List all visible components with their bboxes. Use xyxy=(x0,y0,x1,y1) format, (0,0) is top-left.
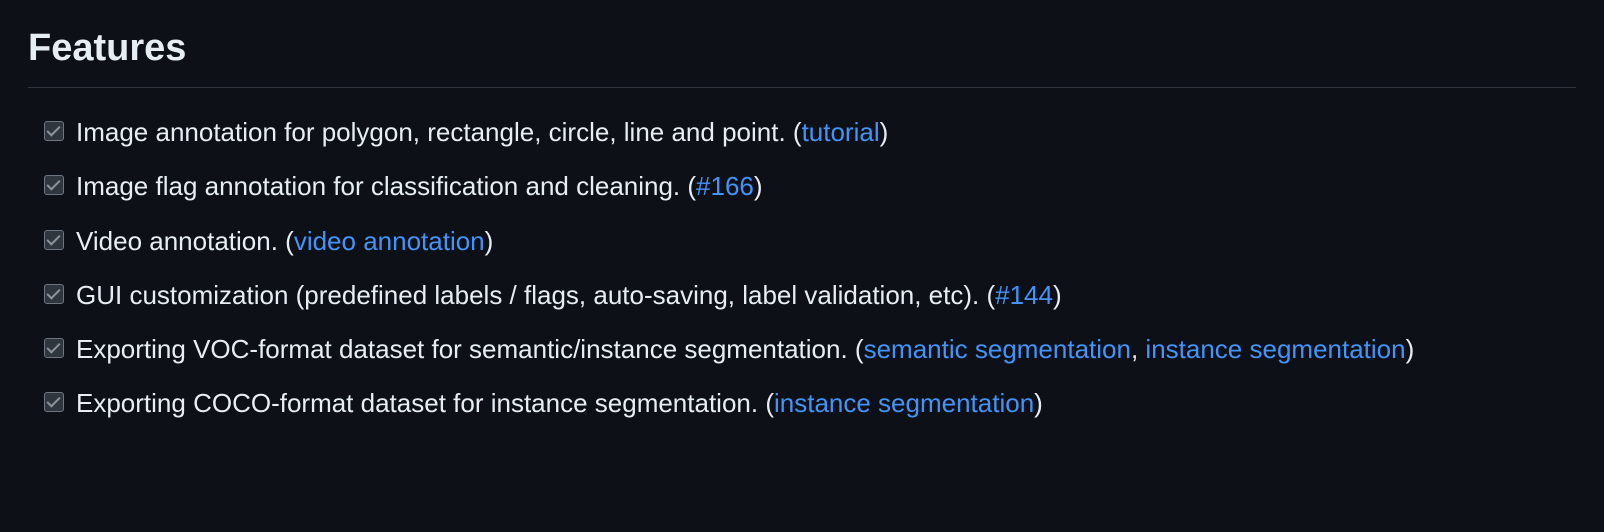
feature-text-after: ) xyxy=(754,171,763,201)
feature-text-before: Exporting VOC-format dataset for semanti… xyxy=(76,334,864,364)
feature-link[interactable]: instance segmentation xyxy=(774,388,1034,418)
feature-item: Exporting VOC-format dataset for semanti… xyxy=(32,329,1576,369)
feature-text: Image flag annotation for classification… xyxy=(76,171,763,201)
feature-link[interactable]: tutorial xyxy=(802,117,880,147)
feature-item: Video annotation. (video annotation) xyxy=(32,221,1576,261)
task-checkbox xyxy=(44,175,64,195)
feature-text-before: GUI customization (predefined labels / f… xyxy=(76,280,995,310)
feature-text: Exporting VOC-format dataset for semanti… xyxy=(76,334,1414,364)
feature-text: Exporting COCO-format dataset for instan… xyxy=(76,388,1043,418)
feature-item: Image annotation for polygon, rectangle,… xyxy=(32,112,1576,152)
feature-text-after: ) xyxy=(485,226,494,256)
task-checkbox xyxy=(44,121,64,141)
task-checkbox xyxy=(44,284,64,304)
feature-text-before: Image annotation for polygon, rectangle,… xyxy=(76,117,802,147)
feature-text-before: Video annotation. ( xyxy=(76,226,294,256)
feature-link[interactable]: semantic segmentation xyxy=(864,334,1131,364)
feature-text-after: ) xyxy=(880,117,889,147)
feature-text: Video annotation. (video annotation) xyxy=(76,226,493,256)
feature-link[interactable]: instance segmentation xyxy=(1145,334,1405,364)
feature-link[interactable]: #166 xyxy=(696,171,754,201)
task-checkbox xyxy=(44,230,64,250)
task-checkbox xyxy=(44,338,64,358)
feature-text-after: , xyxy=(1131,334,1145,364)
feature-link[interactable]: video annotation xyxy=(294,226,485,256)
feature-text: GUI customization (predefined labels / f… xyxy=(76,280,1062,310)
feature-link[interactable]: #144 xyxy=(995,280,1053,310)
feature-item: Image flag annotation for classification… xyxy=(32,166,1576,206)
features-list: Image annotation for polygon, rectangle,… xyxy=(28,112,1576,424)
feature-text-before: Image flag annotation for classification… xyxy=(76,171,696,201)
task-checkbox xyxy=(44,392,64,412)
feature-text-after: ) xyxy=(1406,334,1415,364)
feature-item: Exporting COCO-format dataset for instan… xyxy=(32,383,1576,423)
feature-item: GUI customization (predefined labels / f… xyxy=(32,275,1576,315)
features-heading: Features xyxy=(28,20,1576,88)
feature-text: Image annotation for polygon, rectangle,… xyxy=(76,117,888,147)
feature-text-after: ) xyxy=(1053,280,1062,310)
feature-text-after: ) xyxy=(1034,388,1043,418)
feature-text-before: Exporting COCO-format dataset for instan… xyxy=(76,388,774,418)
